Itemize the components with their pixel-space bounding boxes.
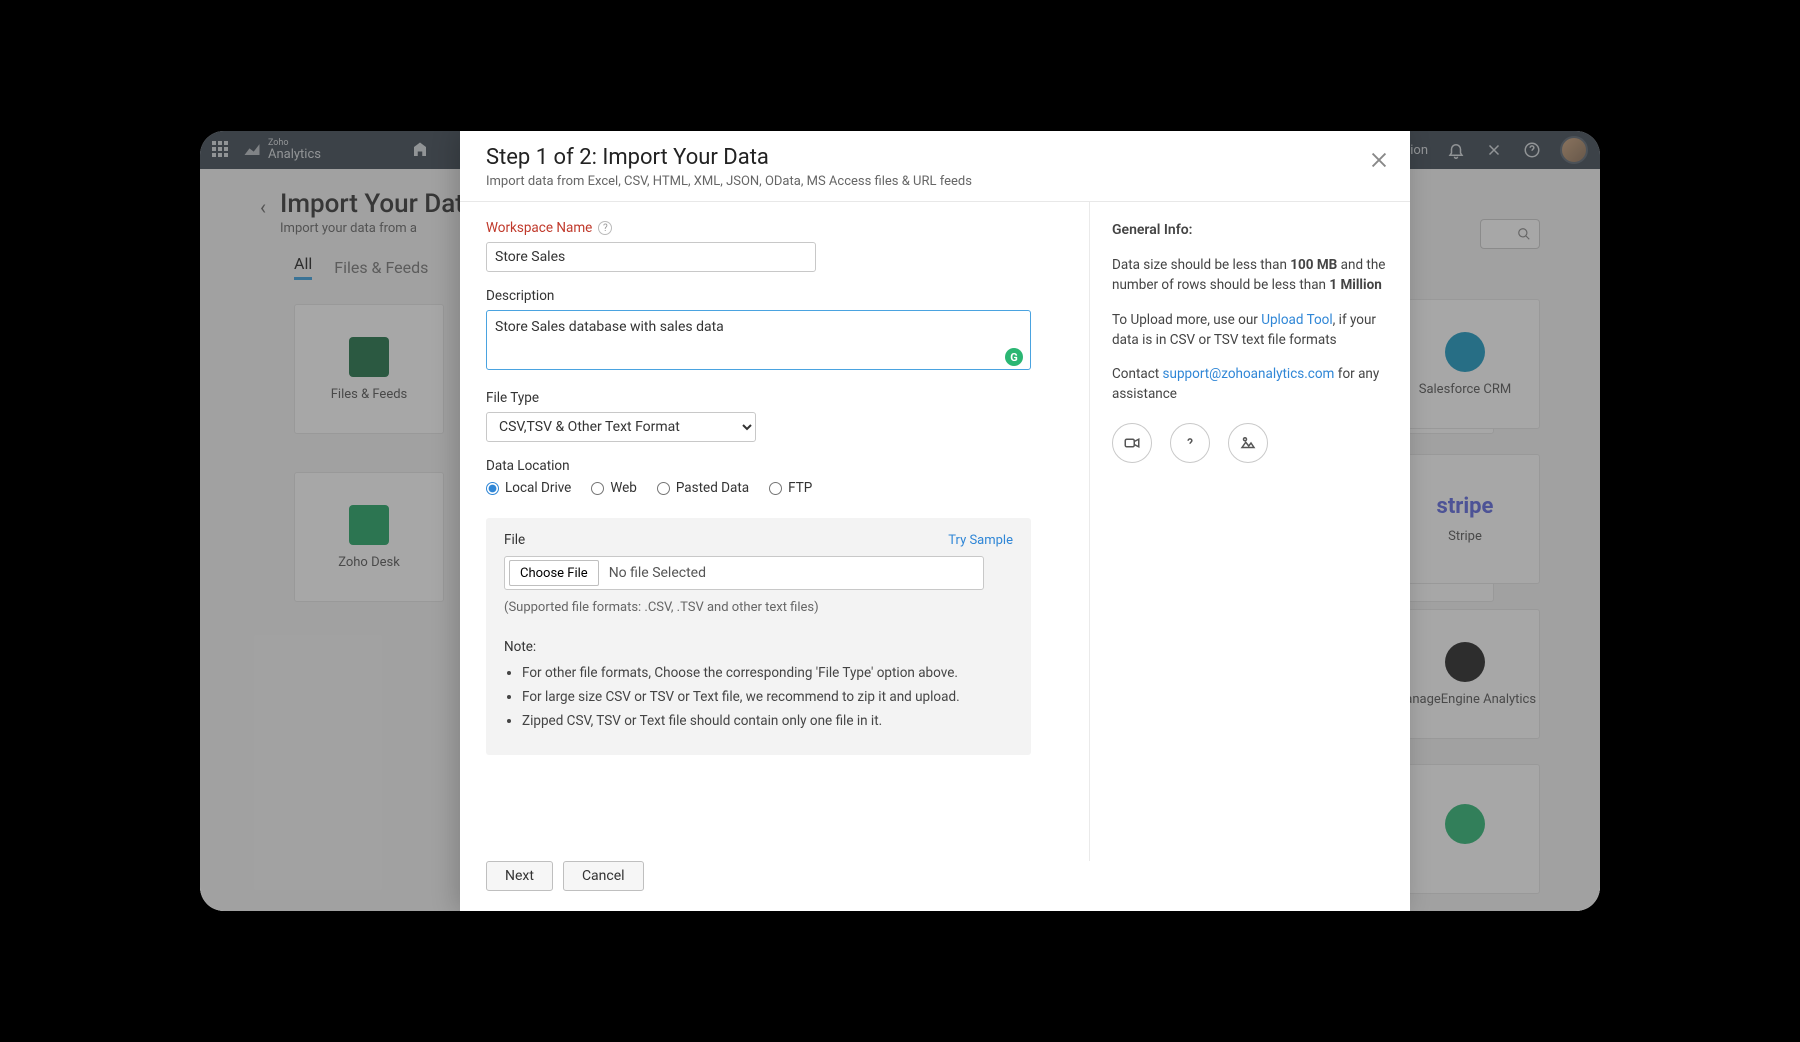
filetype-label: File Type <box>486 390 1063 406</box>
help-icon[interactable]: ? <box>598 221 612 235</box>
file-label: File <box>504 532 525 548</box>
import-modal: Step 1 of 2: Import Your Data Import dat… <box>460 131 1410 911</box>
upload-tool-link[interactable]: Upload Tool <box>1261 312 1332 328</box>
description-label: Description <box>486 288 1063 304</box>
location-option[interactable]: FTP <box>769 480 812 496</box>
workspace-input[interactable] <box>486 242 816 272</box>
note-item: For large size CSV or TSV or Text file, … <box>522 689 1013 705</box>
next-button[interactable]: Next <box>486 861 553 891</box>
note-item: Zipped CSV, TSV or Text file should cont… <box>522 713 1013 729</box>
close-icon[interactable] <box>1368 149 1390 171</box>
datalocation-label: Data Location <box>486 458 1063 474</box>
image-icon[interactable] <box>1228 423 1268 463</box>
cancel-button[interactable]: Cancel <box>563 861 644 891</box>
info-heading: General Info: <box>1112 220 1388 241</box>
filetype-select[interactable]: CSV,TSV & Other Text Format <box>486 412 756 442</box>
notes-list: For other file formats, Choose the corre… <box>522 665 1013 729</box>
app-frame: Zoho Analytics Subscription ‹ Import You… <box>200 131 1600 911</box>
general-info: General Info: Data size should be less t… <box>1090 202 1410 861</box>
file-status: No file Selected <box>609 565 706 581</box>
file-box: File Try Sample Choose File No file Sele… <box>486 518 1031 755</box>
supported-formats: (Supported file formats: .CSV, .TSV and … <box>504 600 1013 615</box>
description-textarea[interactable]: Store Sales database with sales data <box>486 310 1031 370</box>
location-option[interactable]: Web <box>591 480 637 496</box>
file-picker: Choose File No file Selected <box>504 556 984 590</box>
support-email-link[interactable]: support@zohoanalytics.com <box>1163 366 1335 382</box>
modal-title: Step 1 of 2: Import Your Data <box>486 145 1384 170</box>
grammarly-icon[interactable]: G <box>1005 348 1023 366</box>
location-radios: Local Drive Web Pasted Data FTP <box>486 480 1063 502</box>
note-heading: Note: <box>504 639 1013 655</box>
note-item: For other file formats, Choose the corre… <box>522 665 1013 681</box>
location-option[interactable]: Local Drive <box>486 480 571 496</box>
try-sample-link[interactable]: Try Sample <box>948 533 1013 548</box>
modal-subtitle: Import data from Excel, CSV, HTML, XML, … <box>486 174 1384 189</box>
modal-actions: Next Cancel <box>460 861 1410 911</box>
location-option[interactable]: Pasted Data <box>657 480 749 496</box>
video-icon[interactable] <box>1112 423 1152 463</box>
choose-file-button[interactable]: Choose File <box>509 560 599 586</box>
help-circle-icon[interactable] <box>1170 423 1210 463</box>
workspace-label: Workspace Name ? <box>486 220 1063 236</box>
modal-form: Workspace Name ? Description Store Sales… <box>460 202 1090 861</box>
